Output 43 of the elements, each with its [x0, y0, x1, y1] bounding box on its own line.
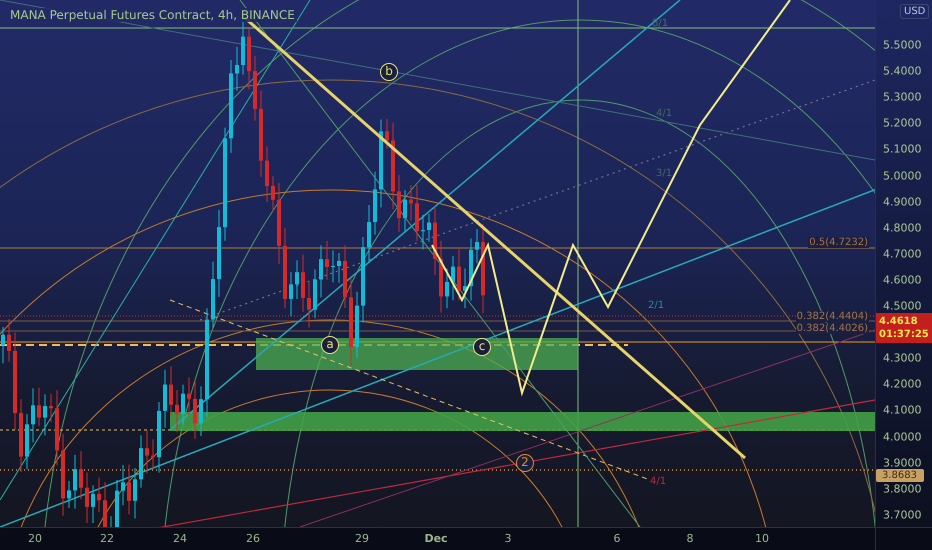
price-tick: 4.8000	[883, 221, 922, 234]
price-tick: 4.9000	[883, 195, 922, 208]
fan-ratio-label: 3/1	[656, 168, 672, 179]
wave-label: 2	[516, 454, 534, 472]
price-tick: 5.2000	[883, 116, 922, 130]
price-tick: 3.8000	[883, 482, 922, 496]
date-tick: Dec	[424, 532, 448, 545]
date-tick: 22	[100, 532, 114, 545]
price-tick: 4.7000	[883, 247, 922, 260]
price-tick: 4.0000	[883, 430, 922, 443]
chart-title: MANA Perpetual Futures Contract, 4h, BINANCE	[8, 8, 297, 22]
date-tick: 8	[686, 532, 694, 545]
wave-label: b	[380, 63, 398, 81]
price-tick: 5.0000	[883, 169, 922, 182]
last-price: 4.4618	[879, 315, 919, 328]
price-tick: 4.5000	[883, 300, 922, 312]
currency-label[interactable]: USD	[900, 4, 930, 19]
bar-countdown: 01:37:25	[879, 328, 930, 341]
level-price-tag: 3.8683	[876, 469, 924, 482]
price-tick: 5.3000	[883, 90, 922, 104]
date-tick: 6	[614, 532, 620, 545]
price-tick: 5.1000	[883, 142, 922, 156]
fan-ratio-label: 2/1	[648, 300, 664, 311]
price-tick: 4.6000	[883, 273, 922, 286]
date-tick: 29	[355, 532, 369, 545]
fan-ratio-label: 8/1	[652, 18, 668, 29]
price-tick: 3.7000	[883, 508, 922, 522]
price-tick: 3.9000	[883, 456, 922, 470]
price-tick: 5.5000	[883, 38, 922, 52]
fan-ratio-label: 4/1	[656, 108, 672, 119]
fib-level-label: 0.5(4.7232)	[808, 237, 869, 248]
price-tick: 4.3000	[883, 352, 922, 365]
date-tick: 10	[755, 532, 769, 545]
fan-ratio-label: 4/1	[650, 476, 666, 487]
date-tick: 3	[504, 532, 512, 545]
date-tick: 20	[28, 532, 42, 545]
fib-level-label: 0.382(4.4026)	[796, 323, 869, 334]
date-tick: 24	[173, 532, 187, 545]
price-tick: 4.1000	[883, 404, 922, 417]
fib-level-label: 0.382(4.4404)	[796, 311, 869, 322]
price-tick: 5.4000	[883, 64, 922, 78]
date-tick: 26	[246, 532, 260, 545]
price-tick: 4.2000	[883, 378, 922, 391]
